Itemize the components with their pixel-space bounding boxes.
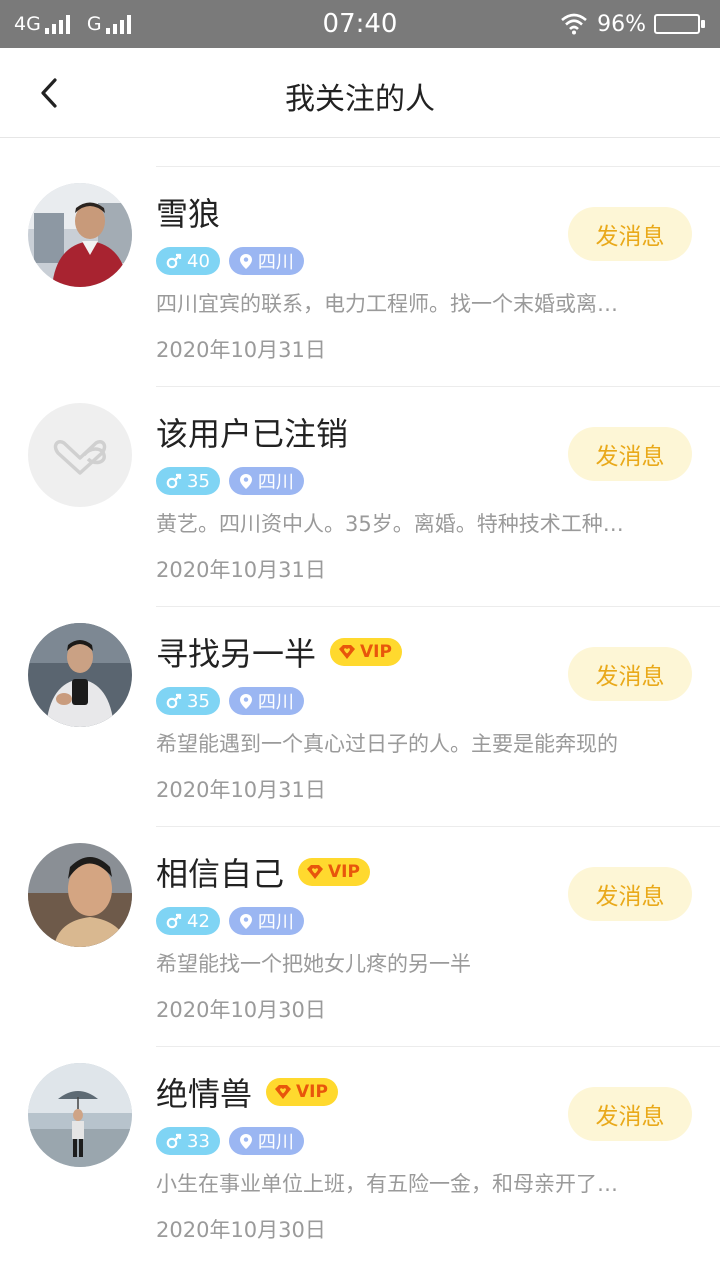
status-right: 96% <box>561 10 706 38</box>
vip-badge: VIP <box>298 858 370 886</box>
name-row: 该用户已注销 <box>156 412 349 453</box>
follow-list: 雪狼 40 四川 四川宜宾的联系，电力工程师。找一个末婚或离… 2020年10月… <box>0 166 720 1266</box>
diamond-heart-icon <box>307 865 324 879</box>
location-value: 四川 <box>257 252 294 273</box>
user-name: 寻找另一半 <box>156 635 317 673</box>
battery-icon <box>654 13 706 35</box>
avatar[interactable] <box>28 183 132 287</box>
send-message-button[interactable]: 发消息 <box>568 427 692 481</box>
bio-text: 黄艺。四川资中人。35岁。离婚。特种技术工种… <box>156 512 624 536</box>
male-icon <box>166 473 182 489</box>
age-value: 35 <box>187 470 210 492</box>
vip-badge: VIP <box>266 1078 338 1106</box>
tags: 35 四川 <box>156 467 313 495</box>
location-pin-icon <box>239 1133 252 1149</box>
follow-date: 2020年10月31日 <box>156 778 326 802</box>
name-row: 寻找另一半 VIP <box>156 632 402 673</box>
male-icon <box>166 1133 182 1149</box>
location-pin-icon <box>239 253 252 269</box>
wifi-icon <box>561 13 587 35</box>
location-tag: 四川 <box>228 907 304 935</box>
user-name: 相信自己 <box>156 855 285 893</box>
location-tag: 四川 <box>228 1127 304 1155</box>
list-item[interactable]: 相信自己 VIP 42 四川 希望能找一个把她女儿疼的另一半 2020年10月3… <box>0 826 720 1046</box>
divider <box>156 166 720 167</box>
male-icon <box>166 913 182 929</box>
age-value: 42 <box>187 910 210 932</box>
follow-date: 2020年10月30日 <box>156 1218 326 1242</box>
location-tag: 四川 <box>228 467 304 495</box>
send-message-button[interactable]: 发消息 <box>568 867 692 921</box>
avatar[interactable] <box>28 403 132 507</box>
age-value: 33 <box>187 1130 210 1152</box>
page-title: 我关注的人 <box>285 82 435 117</box>
avatar[interactable] <box>28 623 132 727</box>
male-icon <box>166 253 182 269</box>
age-value: 40 <box>187 250 210 272</box>
age-tag: 35 <box>156 467 220 495</box>
location-pin-icon <box>239 473 252 489</box>
vip-label: VIP <box>296 1082 328 1102</box>
vip-badge: VIP <box>330 638 402 666</box>
avatar[interactable] <box>28 843 132 947</box>
battery-percent: 96% <box>597 11 646 37</box>
vip-label: VIP <box>328 862 360 882</box>
location-tag: 四川 <box>228 247 304 275</box>
tags: 42 四川 <box>156 907 313 935</box>
divider <box>156 606 720 607</box>
follow-date: 2020年10月31日 <box>156 338 326 362</box>
status-bar: 4G G 07:40 96% <box>0 0 720 48</box>
diamond-heart-icon <box>339 645 356 659</box>
send-message-button[interactable]: 发消息 <box>568 207 692 261</box>
bio-text: 希望能遇到一个真心过日子的人。主要是能奔现的 <box>156 732 618 756</box>
age-tag: 33 <box>156 1127 220 1155</box>
tags: 35 四川 <box>156 687 313 715</box>
diamond-heart-icon <box>275 1085 292 1099</box>
divider <box>156 386 720 387</box>
location-value: 四川 <box>257 472 294 493</box>
vip-label: VIP <box>360 642 392 662</box>
list-item[interactable]: 寻找另一半 VIP 35 四川 希望能遇到一个真心过日子的人。主要是能奔现的 2… <box>0 606 720 826</box>
send-message-button[interactable]: 发消息 <box>568 1087 692 1141</box>
name-row: 雪狼 <box>156 192 221 233</box>
user-name: 该用户已注销 <box>156 415 349 453</box>
avatar[interactable] <box>28 1063 132 1167</box>
age-tag: 42 <box>156 907 220 935</box>
location-pin-icon <box>239 693 252 709</box>
follow-date: 2020年10月31日 <box>156 558 326 582</box>
male-icon <box>166 693 182 709</box>
list-item[interactable]: 绝情兽 VIP 33 四川 小生在事业单位上班，有五险一金，和母亲开了… 202… <box>0 1046 720 1266</box>
user-name: 绝情兽 <box>156 1075 253 1113</box>
divider <box>156 826 720 827</box>
name-row: 相信自己 VIP <box>156 852 370 893</box>
list-item[interactable]: 该用户已注销 35 四川 黄艺。四川资中人。35岁。离婚。特种技术工种… 202… <box>0 386 720 606</box>
location-pin-icon <box>239 913 252 929</box>
tags: 40 四川 <box>156 247 313 275</box>
bio-text: 四川宜宾的联系，电力工程师。找一个末婚或离… <box>156 292 618 316</box>
name-row: 绝情兽 VIP <box>156 1072 338 1113</box>
age-tag: 40 <box>156 247 220 275</box>
location-tag: 四川 <box>228 687 304 715</box>
divider <box>156 1046 720 1047</box>
send-message-button[interactable]: 发消息 <box>568 647 692 701</box>
bio-text: 小生在事业单位上班，有五险一金，和母亲开了… <box>156 1172 618 1196</box>
bio-text: 希望能找一个把她女儿疼的另一半 <box>156 952 471 976</box>
list-item[interactable]: 雪狼 40 四川 四川宜宾的联系，电力工程师。找一个末婚或离… 2020年10月… <box>0 166 720 386</box>
follow-date: 2020年10月30日 <box>156 998 326 1022</box>
age-value: 35 <box>187 690 210 712</box>
navigation-bar: 我关注的人 <box>0 48 720 138</box>
user-name: 雪狼 <box>156 195 221 233</box>
tags: 33 四川 <box>156 1127 313 1155</box>
location-value: 四川 <box>257 912 294 933</box>
age-tag: 35 <box>156 687 220 715</box>
location-value: 四川 <box>257 692 294 713</box>
location-value: 四川 <box>257 1132 294 1153</box>
